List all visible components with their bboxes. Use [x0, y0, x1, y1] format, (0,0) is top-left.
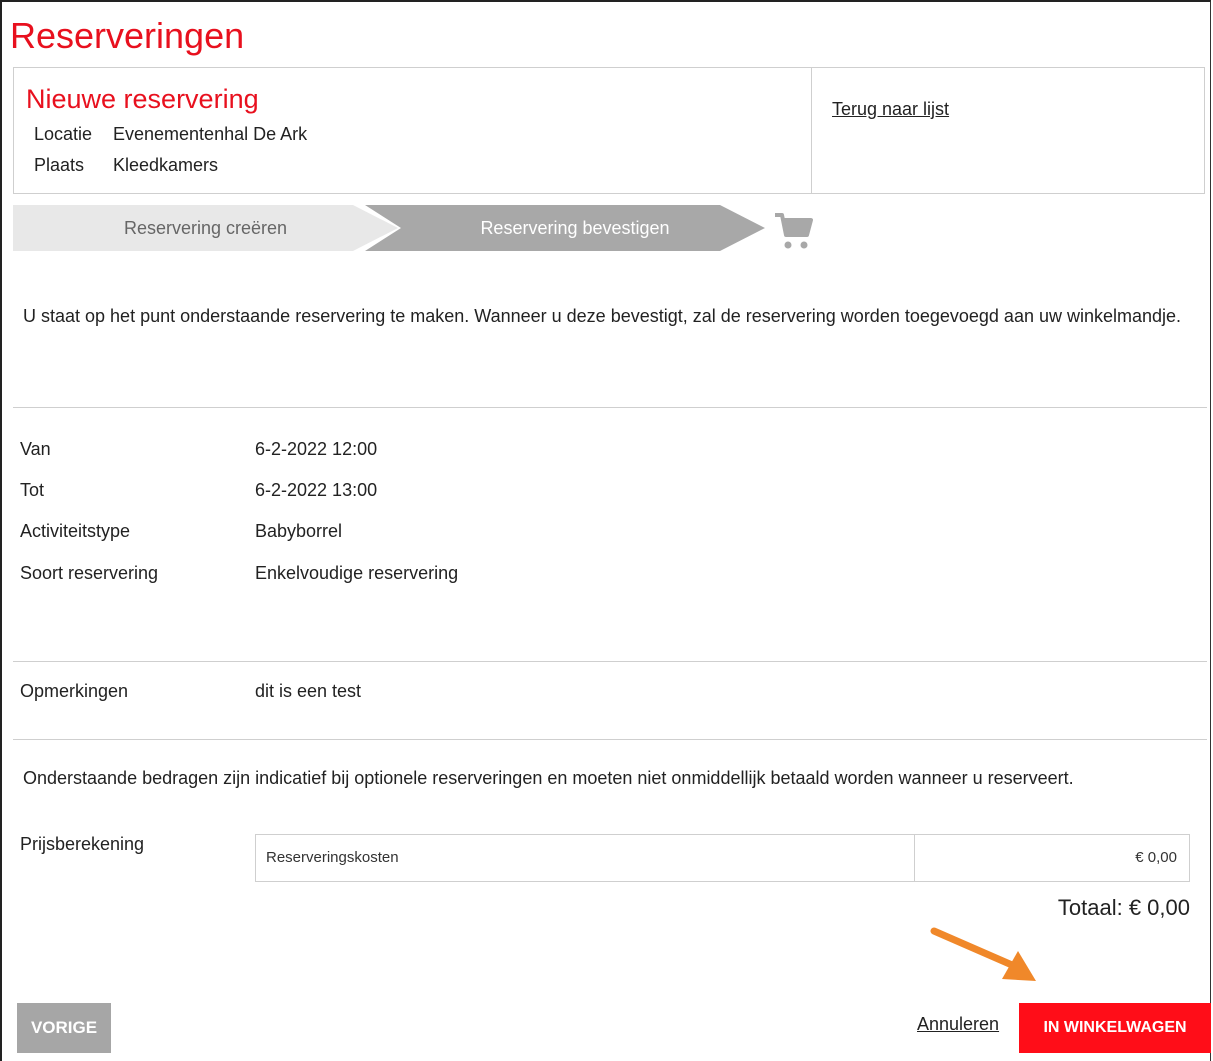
detail-row-activity-type: Activiteitstype Babyborrel — [20, 521, 342, 542]
location-label: Locatie — [34, 124, 93, 144]
price-table: Reserveringskosten € 0,00 — [255, 834, 1190, 882]
place-label: Plaats — [34, 155, 85, 175]
column-divider — [914, 835, 915, 881]
place-value: Kleedkamers — [113, 155, 219, 175]
divider — [13, 739, 1207, 740]
step-confirm-reservation[interactable]: Reservering bevestigen — [365, 205, 765, 251]
intro-text: U staat op het punt onderstaande reserve… — [23, 306, 1182, 326]
from-label: Van — [20, 439, 51, 459]
detail-row-reservation-type: Soort reservering Enkelvoudige reserveri… — [20, 563, 458, 584]
previous-button[interactable]: VORIGE — [17, 1003, 111, 1053]
location-value: Evenementenhal De Ark — [113, 124, 308, 144]
progress-steps: Reservering creëren Reservering bevestig… — [13, 205, 833, 251]
step-confirm-label: Reservering bevestigen — [480, 218, 670, 238]
step-create-label: Reservering creëren — [123, 218, 288, 238]
back-to-list-link[interactable]: Terug naar lijst — [832, 99, 949, 120]
from-value: 6-2-2022 12:00 — [255, 439, 378, 459]
activity-type-value: Babyborrel — [255, 521, 343, 541]
step-create-reservation[interactable]: Reservering creëren — [13, 205, 398, 251]
activity-type-label: Activiteitstype — [20, 521, 131, 541]
price-item-name: Reserveringskosten — [266, 849, 399, 866]
shopping-cart-icon[interactable] — [773, 209, 815, 251]
price-item-amount: € 0,00 — [1135, 849, 1177, 866]
divider — [13, 661, 1207, 662]
to-label: Tot — [20, 480, 45, 500]
detail-row-remarks: Opmerkingen dit is een test — [20, 681, 361, 702]
divider — [13, 407, 1207, 408]
add-to-cart-button[interactable]: IN WINKELWAGEN — [1019, 1003, 1211, 1053]
pricing-disclaimer: Onderstaande bedragen zijn indicatief bi… — [23, 768, 1074, 788]
price-total: Totaal: € 0,00 — [1057, 895, 1190, 920]
detail-row-from: Van 6-2-2022 12:00 — [20, 439, 377, 460]
reservation-type-label: Soort reservering — [20, 563, 159, 583]
page-title: Reserveringen — [10, 15, 245, 56]
location-row: Locatie Evenementenhal De Ark — [34, 124, 307, 145]
reservation-summary: Nieuwe reservering Locatie Evenementenha… — [14, 68, 812, 193]
reservation-subtitle: Nieuwe reservering — [26, 84, 259, 114]
to-value: 6-2-2022 13:00 — [255, 480, 378, 500]
remarks-label: Opmerkingen — [20, 681, 129, 701]
reservation-type-value: Enkelvoudige reservering — [255, 563, 459, 583]
reservation-header: Nieuwe reservering Locatie Evenementenha… — [13, 67, 1205, 194]
cancel-link[interactable]: Annuleren — [917, 1014, 999, 1035]
pricing-label: Prijsberekening — [20, 834, 145, 854]
detail-row-to: Tot 6-2-2022 13:00 — [20, 480, 377, 501]
place-row: Plaats Kleedkamers — [34, 155, 218, 176]
remarks-value: dit is een test — [255, 681, 362, 701]
arrow-annotation-icon — [930, 927, 1036, 981]
